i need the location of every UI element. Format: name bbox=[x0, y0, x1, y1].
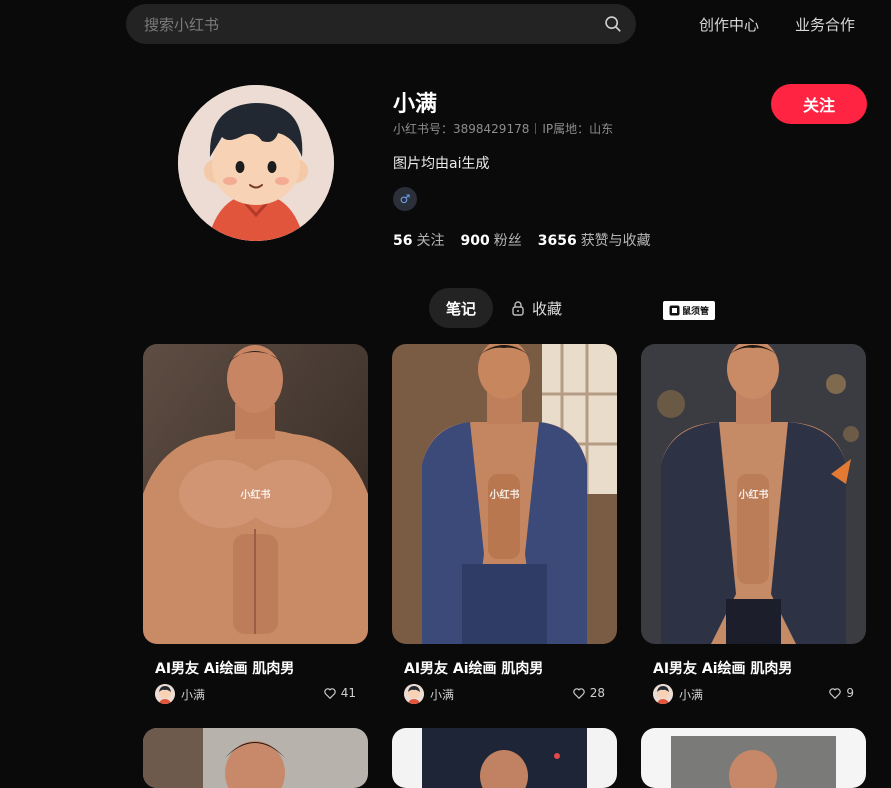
note-title[interactable]: AI男友 Ai绘画 肌肉男 bbox=[653, 658, 792, 678]
author-name: 小满 bbox=[430, 687, 455, 702]
watermark: 小红书 bbox=[489, 490, 520, 501]
stat-label: 获赞与收藏 bbox=[580, 233, 651, 249]
gender-male-icon: ♂ bbox=[393, 187, 417, 211]
note-title[interactable]: AI男友 Ai绘画 肌肉男 bbox=[404, 658, 543, 678]
watermark: 小红书 bbox=[240, 490, 271, 501]
note-cover-image[interactable] bbox=[392, 728, 617, 788]
stat-num: 56 bbox=[393, 233, 413, 249]
app-badge: 鼠须管 bbox=[663, 301, 715, 320]
note-cover-image[interactable] bbox=[143, 728, 368, 788]
app-logo-icon bbox=[669, 305, 680, 316]
lock-icon bbox=[512, 301, 524, 316]
profile-ids: 小红书号：3898429178 IP属地：山东 bbox=[393, 120, 613, 137]
stat-num: 3656 bbox=[537, 233, 577, 249]
note-author[interactable]: 小满 bbox=[404, 684, 454, 704]
note-cover-image[interactable] bbox=[641, 728, 866, 788]
heart-icon bbox=[829, 688, 842, 700]
author-name: 小满 bbox=[679, 687, 704, 702]
author-avatar bbox=[653, 684, 673, 704]
note-card[interactable]: 小红书 AI男友 Ai绘画 肌肉男 小满 41 bbox=[143, 344, 368, 704]
note-cover-image[interactable]: 小红书 bbox=[143, 344, 368, 644]
stat-followers[interactable]: 900 粉丝 bbox=[460, 230, 521, 250]
like-button[interactable]: 28 bbox=[572, 686, 605, 700]
note-card[interactable] bbox=[641, 728, 866, 788]
follow-button[interactable]: 关注 bbox=[771, 84, 867, 124]
search-bar[interactable] bbox=[126, 4, 636, 46]
note-cover-image[interactable]: 小红书 bbox=[392, 344, 617, 644]
search-input[interactable] bbox=[142, 4, 586, 46]
nav-creator-center[interactable]: 创作中心 bbox=[699, 14, 759, 35]
watermark: 小红书 bbox=[738, 490, 769, 501]
profile-ip: IP属地：山东 bbox=[542, 122, 614, 136]
stat-label: 粉丝 bbox=[493, 233, 522, 249]
author-name: 小满 bbox=[181, 687, 206, 702]
profile-id: 小红书号：3898429178 bbox=[393, 122, 530, 136]
author-avatar bbox=[404, 684, 424, 704]
note-cover-image[interactable]: 小红书 bbox=[641, 344, 866, 644]
like-count: 41 bbox=[340, 686, 356, 700]
stat-likes-collects: 3656 获赞与收藏 bbox=[538, 230, 651, 250]
like-button[interactable]: 9 bbox=[828, 686, 854, 700]
stat-label: 关注 bbox=[416, 233, 445, 249]
note-card[interactable] bbox=[392, 728, 617, 788]
note-card[interactable]: 小红书 AI男友 Ai绘画 肌肉男 小满 9 bbox=[641, 344, 866, 704]
avatar[interactable] bbox=[178, 85, 334, 241]
nav-business[interactable]: 业务合作 bbox=[795, 14, 855, 35]
tab-collect[interactable]: 收藏 bbox=[510, 288, 562, 328]
note-card[interactable] bbox=[143, 728, 368, 788]
note-title[interactable]: AI男友 Ai绘画 肌肉男 bbox=[155, 658, 294, 678]
search-icon[interactable] bbox=[604, 15, 622, 33]
profile-bio: 图片均由ai生成 bbox=[393, 156, 490, 172]
tab-collect-label: 收藏 bbox=[532, 299, 563, 318]
note-card[interactable]: 小红书 AI男友 Ai绘画 肌肉男 小满 28 bbox=[392, 344, 617, 704]
like-button[interactable]: 41 bbox=[323, 686, 356, 700]
author-avatar bbox=[155, 684, 175, 704]
profile-name: 小满 bbox=[393, 92, 438, 117]
like-count: 9 bbox=[846, 686, 854, 700]
heart-icon bbox=[572, 688, 585, 700]
like-count: 28 bbox=[589, 686, 605, 700]
profile-stats: 56 关注 900 粉丝 3656 获赞与收藏 bbox=[393, 230, 651, 250]
divider bbox=[535, 123, 537, 134]
badge-text: 鼠须管 bbox=[681, 307, 709, 317]
stat-following[interactable]: 56 关注 bbox=[393, 230, 444, 250]
stat-num: 900 bbox=[460, 233, 490, 249]
heart-icon bbox=[323, 688, 336, 700]
note-author[interactable]: 小满 bbox=[155, 684, 205, 704]
tab-notes[interactable]: 笔记 bbox=[429, 288, 493, 328]
note-author[interactable]: 小满 bbox=[653, 684, 703, 704]
